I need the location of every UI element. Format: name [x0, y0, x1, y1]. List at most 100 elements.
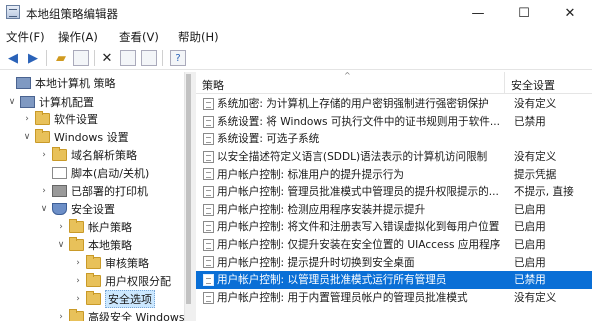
policy-name: 用户帐户控制: 将文件和注册表写入错误虚拟化到每用户位置	[217, 221, 500, 234]
menu-view[interactable]: 查看(V)	[119, 29, 159, 45]
tree-node-advanced-firewall[interactable]: › 高级安全 Windows	[55, 308, 185, 321]
delete-icon[interactable]: ✕	[98, 49, 116, 67]
gpedit-app-icon	[6, 5, 20, 19]
policy-setting-value: 已禁用	[514, 274, 546, 287]
policy-icon	[203, 133, 214, 146]
column-header-security-setting[interactable]: 安全设置	[511, 77, 555, 93]
menu-file[interactable]: 文件(F)	[6, 29, 45, 45]
table-row[interactable]: 用户帐户控制: 用于内置管理员帐户的管理员批准模式 没有定义	[196, 289, 592, 307]
chevron-right-icon[interactable]: ›	[38, 186, 50, 196]
tree-node-security-settings[interactable]: ∨ 安全设置	[38, 200, 115, 218]
minimize-button[interactable]: —	[455, 0, 501, 26]
menu-help[interactable]: 帮助(H)	[178, 29, 219, 45]
chevron-right-icon[interactable]: ›	[72, 294, 84, 304]
chevron-right-icon[interactable]: ›	[55, 222, 67, 232]
column-header-policy[interactable]: 策略	[202, 77, 224, 93]
table-row[interactable]: 用户帐户控制: 标准用户的提升提示行为 提示凭据	[196, 165, 592, 183]
policy-icon	[203, 238, 214, 251]
folder-icon	[69, 309, 84, 321]
table-row[interactable]: 用户帐户控制: 管理员批准模式中管理员的提升权限提示的... 不提示, 直接	[196, 183, 592, 201]
policy-setting-value: 已禁用	[514, 115, 546, 128]
policy-setting-value: 没有定义	[514, 151, 557, 164]
export-list-icon[interactable]	[141, 50, 157, 66]
policy-name: 用户帐户控制: 用于内置管理员帐户的管理员批准模式	[217, 291, 468, 304]
chevron-down-icon[interactable]: ∨	[21, 132, 33, 142]
tree-node-account-policies[interactable]: › 帐户策略	[55, 218, 132, 236]
policy-icon	[203, 221, 214, 234]
up-folder-icon[interactable]: ▰	[52, 49, 70, 67]
tree-node-security-options[interactable]: › 安全选项	[72, 290, 155, 308]
toolbar: ◀ ▶ ▰ ✕ ?	[0, 46, 592, 70]
folder-icon	[86, 291, 101, 305]
shield-icon	[52, 203, 67, 215]
policy-name: 用户帐户控制: 提示提升时切换到安全桌面	[217, 256, 415, 269]
tree-node-computer-config[interactable]: ∨ 计算机配置	[6, 93, 94, 111]
chevron-right-icon[interactable]: ›	[72, 276, 84, 286]
menu-action[interactable]: 操作(A)	[58, 29, 98, 45]
folder-icon	[52, 147, 67, 161]
forward-arrow-icon[interactable]: ▶	[24, 49, 42, 67]
sort-ascending-icon: ^	[344, 72, 351, 80]
table-row[interactable]: 用户帐户控制: 将文件和注册表写入错误虚拟化到每用户位置 已启用	[196, 218, 592, 236]
table-row[interactable]: 用户帐户控制: 提示提升时切换到安全桌面 已启用	[196, 253, 592, 271]
tree-node-user-rights[interactable]: › 用户权限分配	[72, 272, 171, 290]
policy-setting-value: 已启用	[514, 239, 546, 252]
policy-icon	[203, 256, 214, 269]
title-bar: 本地组策略编辑器 — ☐ ✕	[0, 0, 592, 26]
tree-node-software-settings[interactable]: › 软件设置	[21, 110, 98, 128]
folder-icon	[69, 219, 84, 233]
console-tree: 本地计算机 策略 ∨ 计算机配置 › 软件设置 ∨ Windows 设置 › 域…	[0, 72, 191, 321]
policy-name: 系统设置: 将 Windows 可执行文件中的证书规则用于软件...	[217, 115, 500, 128]
table-row[interactable]: 以安全描述符定义语言(SDDL)语法表示的计算机访问限制 没有定义	[196, 148, 592, 166]
policy-setting-value: 没有定义	[514, 98, 557, 111]
chevron-right-icon[interactable]: ›	[21, 114, 33, 124]
table-row[interactable]: 系统设置: 将 Windows 可执行文件中的证书规则用于软件... 已禁用	[196, 113, 592, 131]
tree-node-local-computer-policy[interactable]: 本地计算机 策略	[2, 74, 116, 92]
policy-icon	[203, 168, 214, 181]
chevron-down-icon[interactable]: ∨	[38, 204, 50, 214]
policy-name: 用户帐户控制: 仅提升安装在安全位置的 UIAccess 应用程序	[217, 239, 501, 252]
help-icon[interactable]: ?	[170, 50, 186, 66]
computer-icon	[20, 96, 35, 108]
printer-icon	[52, 185, 67, 197]
policy-icon	[203, 150, 214, 163]
policy-setting-value: 已启用	[514, 221, 546, 234]
chevron-down-icon[interactable]: ∨	[6, 97, 18, 107]
policy-list: ^ 策略 安全设置 系统加密: 为计算机上存储的用户密钥强制进行强密钥保护 没有定…	[196, 72, 592, 321]
policy-name: 用户帐户控制: 检测应用程序安装并提示提升	[217, 203, 426, 216]
policy-name: 用户帐户控制: 管理员批准模式中管理员的提升权限提示的...	[217, 186, 499, 199]
tree-scrollbar[interactable]	[184, 72, 191, 321]
column-divider[interactable]	[504, 72, 505, 94]
chevron-right-icon[interactable]: ›	[38, 150, 50, 160]
chevron-right-icon[interactable]: ›	[72, 258, 84, 268]
menu-bar: 文件(F) 操作(A) 查看(V) 帮助(H)	[0, 26, 592, 46]
show-hide-tree-icon[interactable]	[73, 50, 89, 66]
policy-setting-value: 已启用	[514, 256, 546, 269]
tree-node-local-policies[interactable]: ∨ 本地策略	[55, 236, 132, 254]
policy-name: 用户帐户控制: 标准用户的提升提示行为	[217, 168, 405, 181]
tree-node-name-resolution-policy[interactable]: › 域名解析策略	[38, 146, 137, 164]
table-row[interactable]: 用户帐户控制: 以管理员批准模式运行所有管理员 已禁用	[196, 271, 592, 289]
close-button[interactable]: ✕	[547, 0, 592, 26]
policy-name: 以安全描述符定义语言(SDDL)语法表示的计算机访问限制	[217, 151, 488, 164]
chevron-down-icon[interactable]: ∨	[55, 240, 67, 250]
table-row[interactable]: 用户帐户控制: 仅提升安装在安全位置的 UIAccess 应用程序 已启用	[196, 236, 592, 254]
tree-node-scripts[interactable]: 脚本(启动/关机)	[38, 164, 149, 182]
toolbar-separator	[94, 50, 95, 66]
tree-node-windows-settings[interactable]: ∨ Windows 设置	[21, 128, 129, 146]
table-row[interactable]: 用户帐户控制: 检测应用程序安装并提示提升 已启用	[196, 201, 592, 219]
list-header: ^ 策略 安全设置	[196, 72, 592, 94]
window-title: 本地组策略编辑器	[26, 7, 118, 21]
tree-node-deployed-printers[interactable]: › 已部署的打印机	[38, 182, 148, 200]
tree-node-audit-policy[interactable]: › 审核策略	[72, 254, 149, 272]
properties-icon[interactable]	[120, 50, 136, 66]
folder-icon	[35, 111, 50, 125]
policy-icon	[203, 186, 214, 198]
folder-icon	[35, 129, 50, 143]
back-arrow-icon[interactable]: ◀	[4, 49, 22, 67]
table-row[interactable]: 系统设置: 可选子系统	[196, 130, 592, 148]
chevron-right-icon[interactable]: ›	[55, 312, 67, 321]
table-row[interactable]: 系统加密: 为计算机上存储的用户密钥强制进行强密钥保护 没有定义	[196, 95, 592, 113]
maximize-button[interactable]: ☐	[501, 0, 547, 26]
folder-icon	[69, 237, 84, 251]
